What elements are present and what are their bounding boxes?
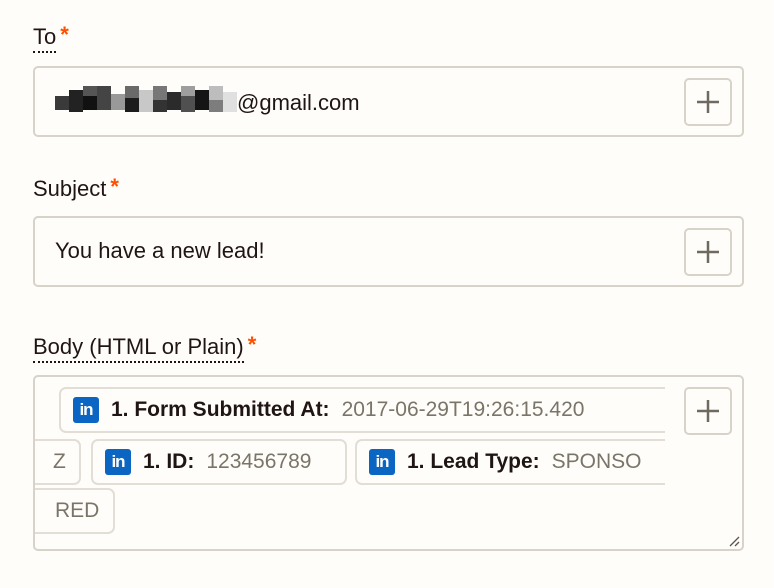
redacted-email-user: [55, 86, 237, 120]
subject-field: Subject * You have a new lead!: [33, 176, 744, 287]
plus-icon: [697, 241, 719, 263]
body-label: Body (HTML or Plain) *: [33, 334, 256, 363]
plus-icon: [697, 91, 719, 113]
plus-icon: [697, 400, 719, 422]
token-name: 1. ID:: [143, 450, 195, 473]
token-value-continuation: RED: [55, 499, 100, 522]
to-input[interactable]: @gmail.com: [33, 66, 744, 137]
to-value-suffix: @gmail.com: [237, 90, 360, 115]
to-label: To *: [33, 24, 69, 53]
linkedin-icon: in: [105, 449, 131, 475]
token-value: 123456789: [206, 450, 312, 473]
field-token-id[interactable]: in 1. ID: 123456789: [91, 439, 347, 485]
required-asterisk: *: [247, 332, 257, 357]
subject-input[interactable]: You have a new lead!: [33, 216, 744, 287]
linkedin-icon: in: [369, 449, 395, 475]
body-input[interactable]: in 1. Form Submitted At: 2017-06-29T19:2…: [33, 375, 744, 551]
to-field: To * @gmail.com: [33, 24, 744, 137]
required-asterisk: *: [110, 174, 119, 199]
to-add-button[interactable]: [684, 78, 732, 126]
field-token-continuation[interactable]: Z: [35, 439, 81, 485]
linkedin-icon: in: [73, 397, 99, 423]
subject-value: You have a new lead!: [55, 238, 265, 263]
token-value: 2017-06-29T19:26:15.420: [341, 398, 585, 421]
subject-add-button[interactable]: [684, 228, 732, 276]
token-value-continuation: Z: [53, 450, 66, 473]
field-token-continuation[interactable]: RED: [35, 488, 115, 534]
to-value: @gmail.com: [55, 86, 360, 120]
required-asterisk: *: [60, 22, 69, 47]
resize-handle-icon[interactable]: [728, 535, 740, 547]
token-name: 1. Lead Type:: [407, 450, 540, 473]
field-token-form-submitted-at[interactable]: in 1. Form Submitted At: 2017-06-29T19:2…: [59, 387, 665, 433]
subject-label-text: Subject: [33, 176, 107, 201]
body-add-button[interactable]: [684, 387, 732, 435]
token-name: 1. Form Submitted At:: [111, 398, 330, 421]
body-field: Body (HTML or Plain) * in 1. Form Submit…: [33, 334, 744, 551]
to-label-text: To: [33, 24, 57, 53]
body-label-text: Body (HTML or Plain): [33, 334, 244, 363]
token-value: SPONSO: [551, 450, 642, 473]
subject-label: Subject *: [33, 176, 119, 202]
field-token-lead-type[interactable]: in 1. Lead Type: SPONSO: [355, 439, 665, 485]
